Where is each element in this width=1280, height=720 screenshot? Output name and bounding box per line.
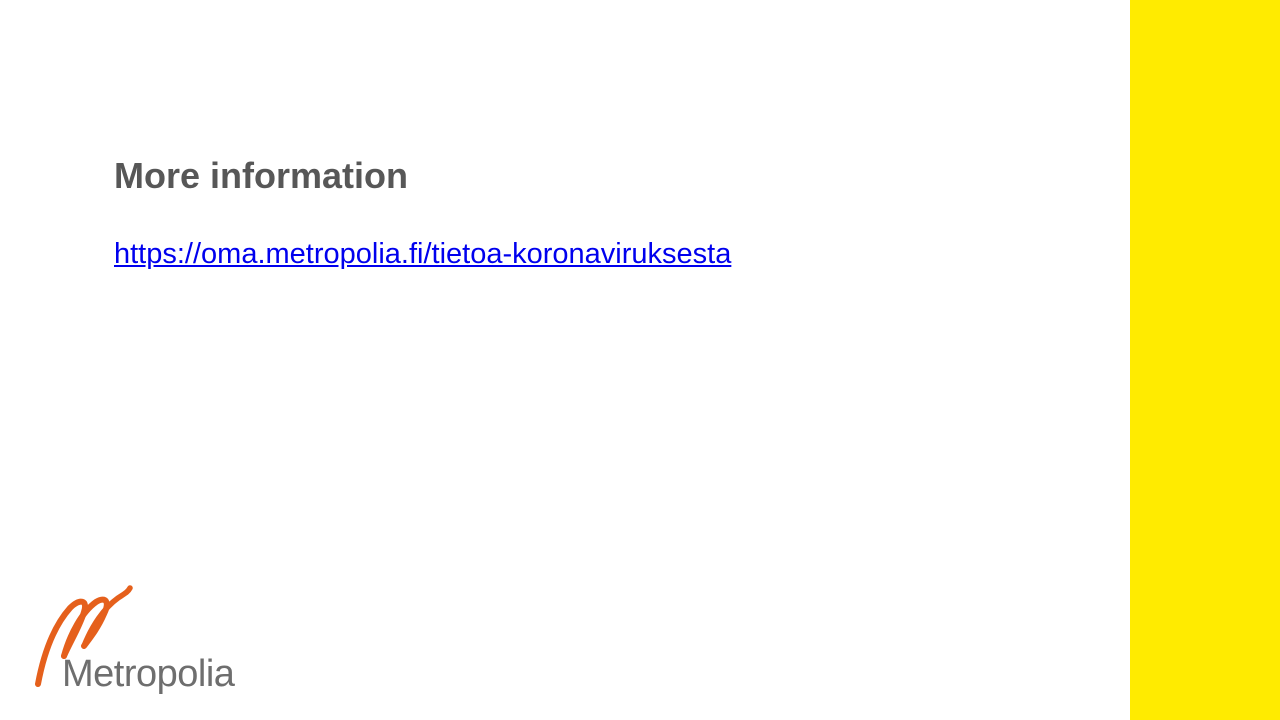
slide-title: More information	[114, 155, 408, 196]
accent-band	[1130, 0, 1280, 720]
info-link[interactable]: https://oma.metropolia.fi/tietoa-koronav…	[114, 235, 731, 273]
slide: More information https://oma.metropolia.…	[0, 0, 1280, 720]
logo-wordmark: Metropolia	[62, 653, 235, 695]
metropolia-logo: Metropolia	[30, 582, 250, 700]
